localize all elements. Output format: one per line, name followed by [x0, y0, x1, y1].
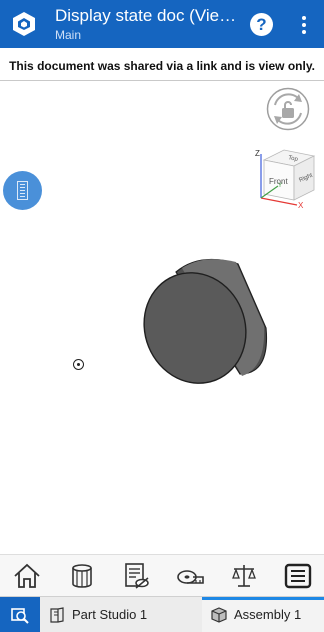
document-title[interactable]: Display state doc (View ...: [55, 6, 245, 26]
view-cube[interactable]: Top Front Right Z Y X: [254, 142, 318, 210]
bottom-toolbar: [0, 554, 324, 596]
document-tab-bar: Part Studio 1 Assembly 1: [0, 596, 324, 632]
axis-z-label: Z: [255, 149, 260, 158]
help-icon[interactable]: ?: [250, 13, 273, 36]
home-icon[interactable]: [12, 561, 42, 591]
view-only-banner: This document was shared via a link and …: [0, 52, 324, 81]
axis-x-label: X: [298, 201, 304, 210]
feature-panel-button[interactable]: [3, 171, 42, 210]
mass-properties-icon[interactable]: [229, 561, 259, 591]
tab-label: Assembly 1: [234, 607, 302, 622]
assembly-icon: [211, 607, 227, 623]
rotation-lock-icon[interactable]: [266, 87, 310, 131]
more-vert-icon[interactable]: [296, 14, 312, 36]
cylinder-part[interactable]: [140, 250, 275, 385]
tab-assembly-1[interactable]: Assembly 1: [202, 597, 324, 632]
feature-list-icon[interactable]: [283, 561, 313, 591]
onshape-logo-icon[interactable]: [10, 10, 38, 38]
part-studio-icon: [50, 607, 64, 623]
tab-label: Part Studio 1: [72, 607, 148, 622]
axis-y-label: Y: [278, 183, 282, 189]
display-states-icon[interactable]: [67, 561, 97, 591]
tab-search-icon: [11, 608, 29, 624]
workspace-name: Main: [55, 28, 82, 42]
tab-part-studio-1[interactable]: Part Studio 1: [40, 597, 202, 632]
app-bar: Display state doc (View ... Main ?: [0, 0, 324, 48]
measure-icon[interactable]: [175, 561, 205, 591]
configurations-icon[interactable]: [121, 561, 151, 591]
tab-search-button[interactable]: [0, 597, 40, 632]
list-panel-icon: [17, 181, 28, 200]
pivot-marker-icon: [73, 359, 84, 370]
